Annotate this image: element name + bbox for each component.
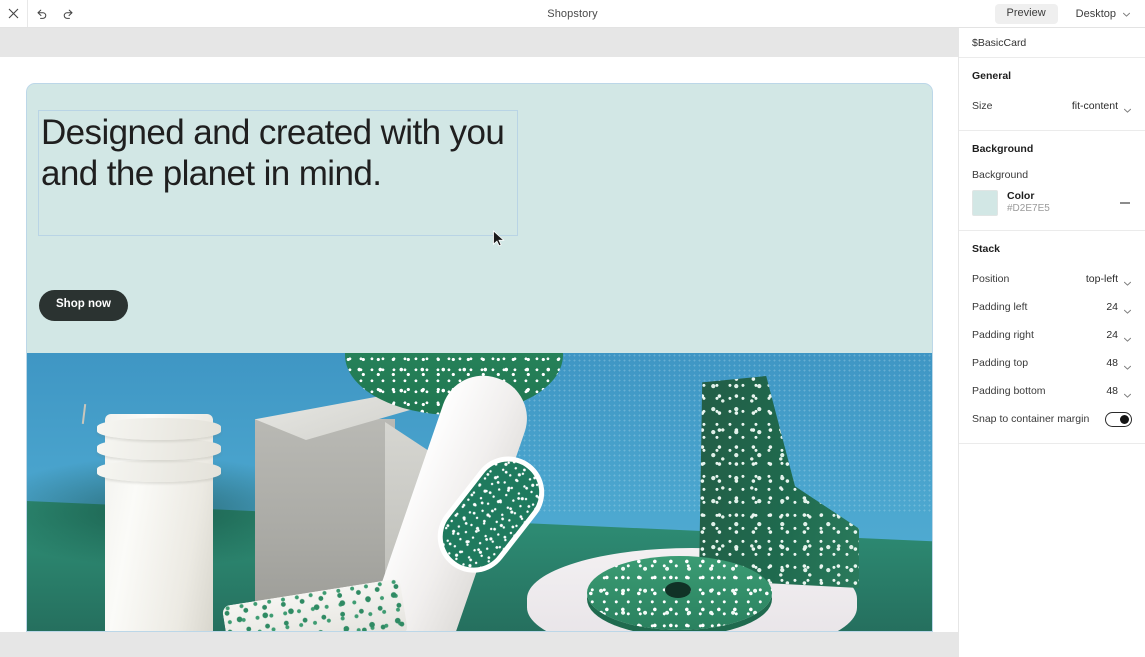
chevron-down-icon [1123,359,1132,370]
padding-right-select[interactable]: 24 [1106,329,1132,342]
basic-card-block[interactable]: Designed and created with you and the pl… [27,84,932,353]
padding-left-label: Padding left [972,301,1028,313]
canvas-top-band [0,28,958,57]
padding-top-select[interactable]: 48 [1106,357,1132,370]
chevron-down-icon [1123,102,1132,113]
candle-rib [97,418,221,440]
chevron-down-icon [1123,303,1132,314]
padding-right-label: Padding right [972,329,1034,341]
padding-bottom-value: 48 [1106,385,1118,397]
padding-top-value: 48 [1106,357,1118,369]
chevron-down-icon [1123,275,1132,286]
size-value: fit-content [1071,100,1118,112]
redo-icon [62,7,75,20]
close-icon [8,8,19,19]
section-title-general: General [972,70,1012,82]
undo-icon [35,7,48,20]
padding-left-value: 24 [1106,301,1118,313]
hero-section[interactable]: Designed and created with you and the pl… [27,84,932,632]
properties-panel: $BasicCard General Size fit-content Back… [958,28,1145,657]
color-texts: Color #D2E7E5 [1007,190,1109,216]
padding-left-select[interactable]: 24 [1106,301,1132,314]
canvas-bottom-band [0,632,958,657]
candle-rib [97,438,221,460]
toolbar-left-group [0,0,82,28]
redo-button[interactable] [55,0,82,27]
candle-rib [97,460,221,482]
property-row-snap-to-container-margin: Snap to container margin [972,409,1132,429]
shop-now-button[interactable]: Shop now [39,290,128,321]
padding-right-value: 24 [1106,329,1118,341]
chevron-down-icon [1122,10,1131,19]
property-row-padding-bottom: Padding bottom 48 [972,381,1132,401]
size-select[interactable]: fit-content [1071,100,1132,113]
photo-white-candle [97,414,221,632]
section-title-background: Background [972,143,1034,155]
device-selector-label: Desktop [1075,8,1116,20]
chevron-down-icon [1123,387,1132,398]
toolbar-right-group: Preview Desktop [994,0,1137,28]
color-hex-value: #D2E7E5 [1007,203,1050,215]
background-sublabel: Background [972,169,1029,181]
panel-component-header: $BasicCard [959,28,1145,58]
close-button[interactable] [0,0,27,27]
position-value: top-left [1085,273,1118,285]
padding-bottom-label: Padding bottom [972,385,1046,397]
size-label: Size [972,100,993,112]
app-title: Shopstory [547,7,598,20]
editor-canvas[interactable]: Designed and created with you and the pl… [0,28,958,657]
snap-to-container-margin-toggle[interactable] [1105,411,1132,427]
top-toolbar: Shopstory Preview Desktop [0,0,1145,28]
minus-icon [1120,202,1130,204]
remove-color-button[interactable] [1118,196,1132,210]
hero-product-photo[interactable] [27,353,932,632]
position-select[interactable]: top-left [1085,273,1132,286]
chevron-down-icon [1123,331,1132,342]
property-row-padding-right: Padding right 24 [972,325,1132,345]
photo-green-puck [587,556,772,630]
undo-button[interactable] [28,0,55,27]
preview-button[interactable]: Preview [994,4,1058,24]
property-row-size: Size fit-content [972,96,1132,116]
color-swatch[interactable] [972,190,998,216]
hero-heading[interactable]: Designed and created with you and the pl… [41,112,521,194]
puck-center-hole [665,582,691,598]
section-title-stack: Stack [972,243,1001,255]
app-root: Shopstory Preview Desktop Designed and c… [0,0,1145,657]
panel-section-stack: Stack Position top-left Padding left 24 [959,231,1145,444]
panel-section-general: General Size fit-content [959,58,1145,131]
color-name: Color [1007,190,1035,203]
toggle-knob [1120,414,1129,424]
property-row-padding-top: Padding top 48 [972,353,1132,373]
property-row-padding-left: Padding left 24 [972,297,1132,317]
snap-to-container-margin-label: Snap to container margin [972,413,1090,425]
background-color-row: Color #D2E7E5 [972,190,1132,216]
property-row-position: Position top-left [972,269,1132,289]
component-name: $BasicCard [972,36,1027,49]
device-selector[interactable]: Desktop [1076,8,1137,20]
padding-bottom-select[interactable]: 48 [1106,385,1132,398]
padding-top-label: Padding top [972,357,1029,369]
panel-section-background: Background Background Color #D2E7E5 [959,131,1145,231]
position-label: Position [972,273,1010,285]
